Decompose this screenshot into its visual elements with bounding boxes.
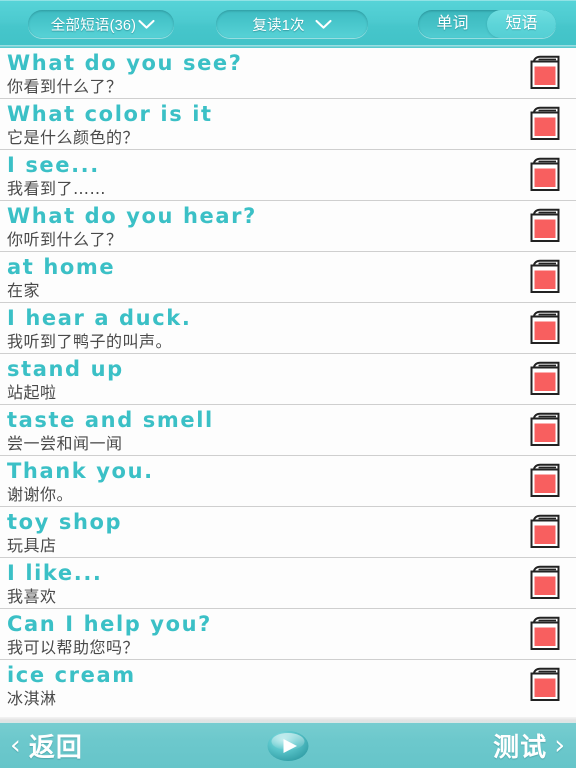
phrase-chinese: 尝一尝和闻一闻 [7, 434, 123, 453]
chevron-down-icon [138, 19, 155, 30]
book-icon[interactable] [525, 258, 565, 297]
list-item[interactable]: toy shop 玩具店 [0, 507, 576, 558]
book-icon[interactable] [525, 105, 565, 144]
phrase-chinese: 你看到什么了？ [7, 77, 123, 96]
list-item[interactable]: I see... 我看到了…… [0, 150, 576, 201]
phrase-list: What do you see? 你看到什么了？ What color is i… [0, 48, 576, 723]
book-icon[interactable] [525, 54, 565, 93]
phrase-chinese: 我听到了鸭子的叫声。 [7, 332, 173, 351]
list-item[interactable]: What do you see? 你看到什么了？ [0, 48, 576, 99]
phrase-chinese: 谢谢你。 [7, 485, 74, 504]
bottom-toolbar: ‹ 返回 测试 › [0, 717, 576, 768]
phrase-chinese: 玩具店 [7, 536, 57, 555]
top-toolbar: 全部短语(36) 复读1次 单词 短语 [0, 0, 576, 48]
phrase-chinese: 我看到了…… [7, 179, 107, 198]
list-item[interactable]: What color is it 它是什么颜色的？ [0, 99, 576, 150]
phrase-english: I like... [7, 561, 103, 585]
phrase-english: Can I help you? [7, 612, 212, 636]
book-icon[interactable] [525, 360, 565, 399]
play-button[interactable] [267, 730, 309, 761]
list-item[interactable]: taste and smell 尝一尝和闻一闻 [0, 405, 576, 456]
book-icon[interactable] [525, 513, 565, 552]
mode-segmented-control: 单词 短语 [418, 10, 556, 38]
phrase-english: What do you hear? [7, 204, 257, 228]
list-item[interactable]: I like... 我喜欢 [0, 558, 576, 609]
repeat-count-label: 复读1次 [252, 17, 305, 34]
back-button-label: 返回 [28, 733, 83, 763]
list-item[interactable]: ice cream 冰淇淋 [0, 660, 576, 711]
list-item[interactable]: Can I help you? 我可以帮助您吗？ [0, 609, 576, 660]
book-icon[interactable] [525, 564, 565, 603]
phrase-english: I hear a duck. [7, 306, 192, 330]
book-icon[interactable] [525, 462, 565, 501]
book-icon[interactable] [525, 309, 565, 348]
test-button[interactable]: 测试 › [493, 727, 566, 764]
list-item[interactable]: stand up 站起啦 [0, 354, 576, 405]
list-item[interactable]: at home 在家 [0, 252, 576, 303]
tab-phrases[interactable]: 短语 [487, 10, 556, 38]
back-button[interactable]: ‹ 返回 [10, 727, 83, 764]
phrase-english: taste and smell [7, 408, 214, 432]
list-item[interactable]: Thank you. 谢谢你。 [0, 456, 576, 507]
book-icon[interactable] [525, 411, 565, 450]
phrase-english: What do you see? [7, 51, 243, 75]
chevron-left-icon: ‹ [10, 730, 22, 761]
chevron-down-icon [315, 19, 332, 30]
phrase-chinese: 在家 [7, 281, 41, 300]
phrase-scope-dropdown[interactable]: 全部短语(36) [28, 10, 174, 38]
phrase-chinese: 站起啦 [7, 383, 57, 402]
book-icon[interactable] [525, 207, 565, 246]
book-icon[interactable] [525, 666, 565, 705]
phrase-chinese: 它是什么颜色的？ [7, 128, 140, 147]
phrase-chinese: 我可以帮助您吗？ [7, 638, 140, 657]
phrase-english: ice cream [7, 663, 136, 687]
phrase-scope-label: 全部短语(36) [50, 17, 137, 34]
phrase-chinese: 你听到什么了？ [7, 230, 123, 249]
phrase-chinese: 我喜欢 [7, 587, 57, 606]
phrase-english: I see... [7, 153, 100, 177]
phrase-english: What color is it [7, 102, 213, 126]
phrase-english: toy shop [7, 510, 123, 534]
phrase-chinese: 冰淇淋 [7, 689, 57, 708]
book-icon[interactable] [525, 156, 565, 195]
list-item[interactable]: What do you hear? 你听到什么了？ [0, 201, 576, 252]
phrase-english: stand up [7, 357, 124, 381]
tab-words[interactable]: 单词 [418, 10, 487, 38]
phrase-english: Thank you. [7, 459, 154, 483]
repeat-count-dropdown[interactable]: 复读1次 [216, 10, 368, 38]
book-icon[interactable] [525, 615, 565, 654]
test-button-label: 测试 [493, 733, 548, 763]
app-root: 全部短语(36) 复读1次 单词 短语 What do you see? 你看到 [0, 0, 576, 768]
list-item[interactable]: I hear a duck. 我听到了鸭子的叫声。 [0, 303, 576, 354]
chevron-right-icon: › [554, 730, 566, 761]
phrase-english: at home [7, 255, 116, 279]
